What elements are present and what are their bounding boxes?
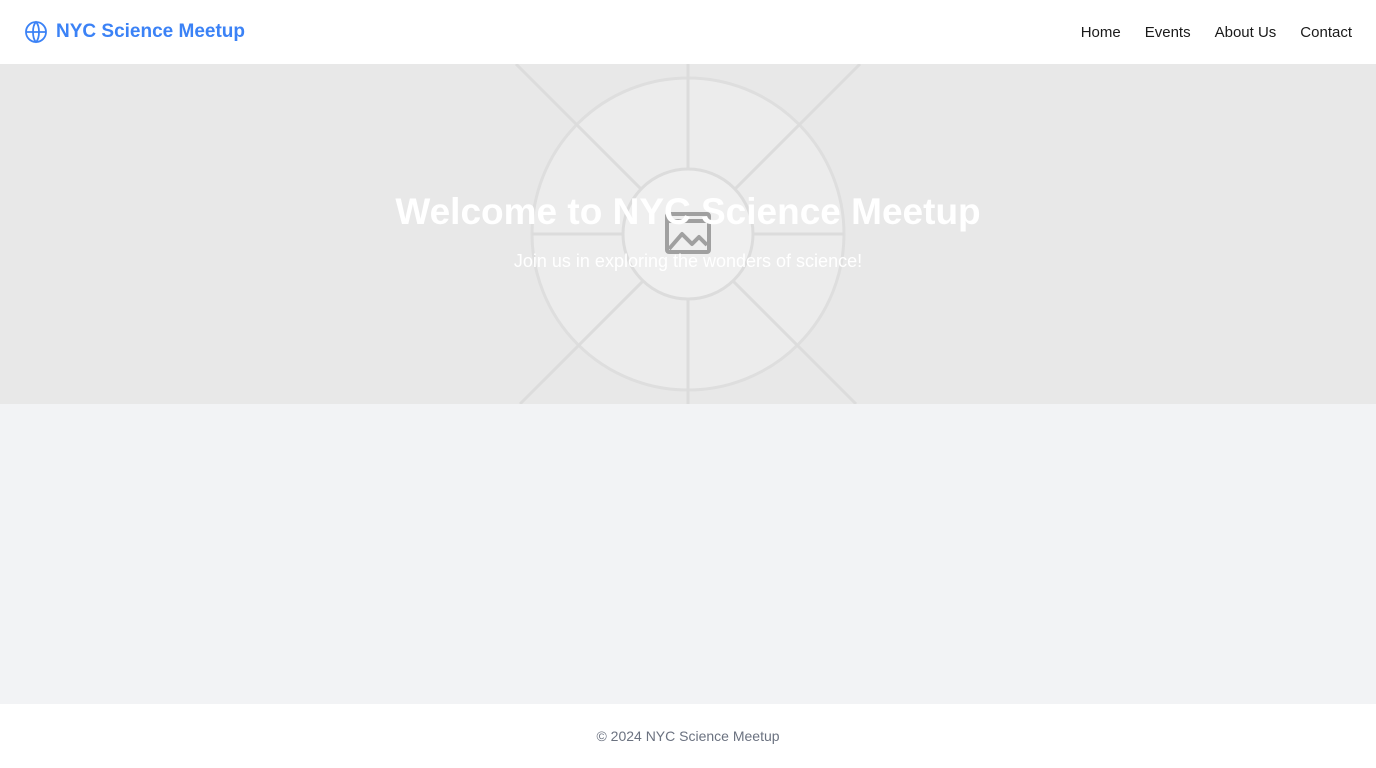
nav-link-events[interactable]: Events bbox=[1145, 24, 1191, 41]
brand-link[interactable]: NYC Science Meetup bbox=[24, 20, 245, 44]
hero-title: Welcome to NYC Science Meetup bbox=[395, 191, 981, 232]
top-navbar: NYC Science Meetup Home Events About Us … bbox=[0, 0, 1376, 64]
nav-link-about-us[interactable]: About Us bbox=[1215, 24, 1277, 41]
page-footer: © 2024 NYC Science Meetup bbox=[0, 704, 1376, 768]
main-content-area bbox=[0, 404, 1376, 704]
hero-subtitle: Join us in exploring the wonders of scie… bbox=[513, 251, 863, 271]
nav-link-home[interactable]: Home bbox=[1081, 24, 1121, 41]
footer-copyright: © 2024 NYC Science Meetup bbox=[596, 728, 780, 744]
globe-icon bbox=[25, 20, 47, 44]
nav-menu: Home Events About Us Contact bbox=[1081, 24, 1352, 41]
nav-link-contact[interactable]: Contact bbox=[1300, 24, 1352, 41]
hero-text-overlay: Welcome to NYC Science Meetup Join us in… bbox=[0, 64, 1376, 404]
hero-section: Welcome to NYC Science Meetup Join us in… bbox=[0, 64, 1376, 404]
brand-name: NYC Science Meetup bbox=[56, 21, 245, 42]
